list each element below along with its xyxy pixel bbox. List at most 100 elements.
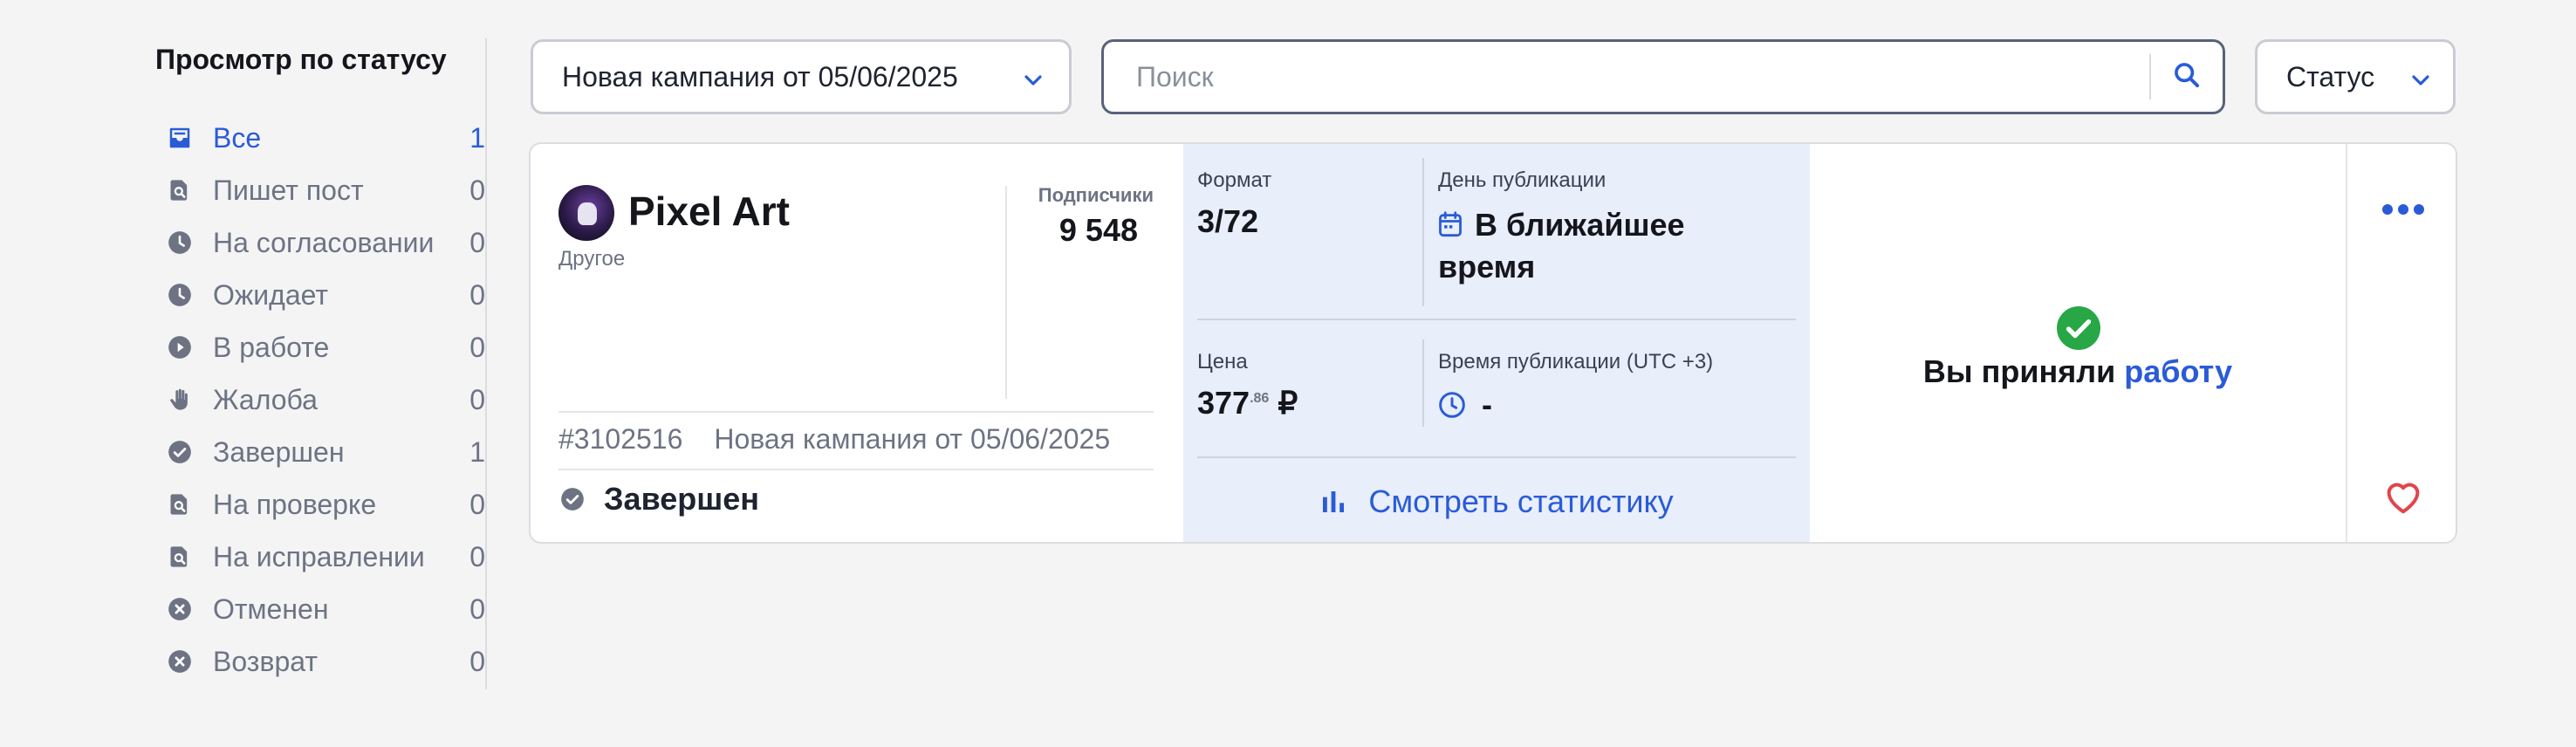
view-stats-button[interactable]: Смотреть статистику [1183,458,1810,542]
status-item-in-progress[interactable]: В работе 0 [155,321,485,374]
more-options-button[interactable] [2374,188,2433,231]
subscribers-label: Подписчики [1038,184,1154,206]
status-item-completed[interactable]: Завершен 1 [155,426,485,478]
order-meta: #3102516 Новая кампания от 05/06/2025 [558,423,1110,456]
status-item-all[interactable]: Все 1 [155,112,485,164]
clock-icon [166,281,194,309]
campaign-select[interactable]: Новая кампания от 05/06/2025 [531,39,1072,114]
check-circle-icon [560,487,585,511]
pub-day-value: В ближайшее время [1438,205,1787,287]
divider [1197,319,1796,320]
pub-day-text: В ближайшее время [1438,207,1685,284]
order-id: #3102516 [558,423,683,455]
view-stats-label: Смотреть статистику [1368,483,1674,519]
status-item-count: 0 [469,278,485,311]
status-item-writing-post[interactable]: Пишет пост 0 [155,164,485,216]
favorite-button[interactable] [2381,474,2426,519]
order-status: Завершен [558,481,759,517]
search-button[interactable] [2151,42,2223,112]
document-search-icon [166,543,194,571]
divider [1422,339,1424,427]
price-label: Цена [1197,350,1248,374]
status-item-label: На согласовании [213,226,435,258]
divider [558,411,1154,413]
price-fraction: .86 [1250,391,1270,406]
more-dots-icon [2381,203,2425,216]
status-item-refund[interactable]: Возврат 0 [155,635,485,688]
status-select[interactable]: Статус [2255,39,2456,114]
campaign-select-value: Новая кампания от 05/06/2025 [562,60,958,93]
status-item-correction[interactable]: На исправлении 0 [155,531,485,583]
play-icon [166,333,194,361]
order-card: Pixel Art Другое Подписчики 9 548 #31025… [529,142,2457,544]
clock-icon [166,229,194,257]
format-label: Формат [1197,168,1272,192]
order-campaign-name: Новая кампания от 05/06/2025 [714,423,1111,455]
accept-message: Вы приняли работу [1810,353,2346,390]
format-value: 3/72 [1197,203,1259,239]
calendar-icon [1438,207,1463,247]
status-item-label: Жалоба [213,383,318,415]
price-value: 377.86 ₽ [1197,385,1298,421]
status-item-count: 0 [469,645,485,677]
status-list: Все 1 Пишет пост 0 На согласовании 0 Ожи… [155,112,485,688]
status-select-value: Статус [2286,60,2375,93]
inbox-icon [166,124,194,152]
status-item-label: Все [213,121,262,154]
status-item-waiting[interactable]: Ожидает 0 [155,269,485,321]
status-item-review[interactable]: На проверке 0 [155,478,485,531]
search-box [1101,39,2225,114]
accept-section: Вы приняли работу [1810,144,2346,542]
status-item-label: На исправлении [213,540,425,572]
hand-icon [166,386,194,414]
divider [558,469,1154,470]
card-actions [2346,144,2456,542]
search-icon [2172,60,2202,94]
status-item-label: Ожидает [213,278,329,311]
x-circle-icon [166,648,194,675]
sidebar-title: Просмотр по статусу [155,44,447,75]
status-item-label: Возврат [213,645,318,677]
status-item-count: 1 [469,121,485,154]
channel-name[interactable]: Pixel Art [628,188,790,235]
status-item-count: 0 [469,488,485,520]
document-search-icon [166,176,194,204]
search-input[interactable] [1104,60,2149,93]
status-item-count: 0 [469,174,485,206]
status-item-count: 1 [469,435,485,468]
document-search-icon [166,490,194,518]
check-circle-icon [166,438,194,466]
pub-time-label: Время публикации (UTC +3) [1438,350,1714,374]
clock-icon [1438,391,1466,419]
status-item-cancelled[interactable]: Отменен 0 [155,583,485,635]
order-status-label: Завершен [604,481,760,517]
status-item-approval[interactable]: На согласовании 0 [155,216,485,269]
divider [1422,158,1424,306]
x-circle-icon [166,595,194,623]
chevron-down-icon [2411,61,2430,93]
price-currency: ₽ [1278,385,1298,421]
status-item-label: Завершен [213,435,345,468]
chevron-down-icon [1024,61,1043,93]
status-item-complaint[interactable]: Жалоба 0 [155,374,485,426]
pub-time-value: - [1438,387,1492,423]
status-item-count: 0 [469,226,485,258]
status-item-label: На проверке [213,488,377,520]
status-item-count: 0 [469,540,485,572]
accept-work-link[interactable]: работу [2124,353,2232,389]
subscribers-value: 9 548 [1058,212,1138,248]
pub-day-label: День публикации [1438,168,1607,192]
status-sidebar: Просмотр по статусу Все 1 Пишет пост 0 Н… [155,38,487,689]
status-item-count: 0 [469,383,485,415]
pub-time-text: - [1482,387,1492,422]
status-item-label: Отменен [213,593,329,625]
channel-category: Другое [558,247,626,271]
bar-chart-icon [1319,488,1347,516]
price-main: 377 [1197,385,1250,421]
status-item-label: Пишет пост [213,174,364,206]
accept-text: Вы приняли [1922,353,2116,389]
channel-avatar[interactable] [558,185,614,241]
publication-info-panel: Формат 3/72 День публикации В ближайшее … [1183,144,1810,542]
status-item-label: В работе [213,331,330,363]
heart-icon [2384,479,2422,514]
